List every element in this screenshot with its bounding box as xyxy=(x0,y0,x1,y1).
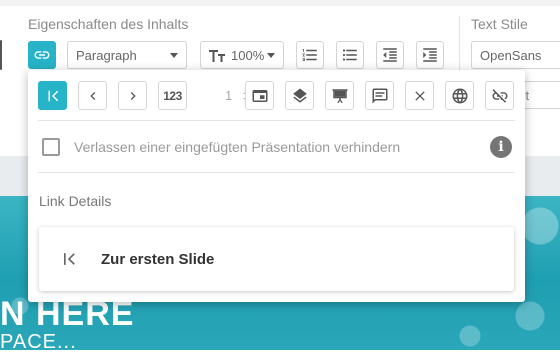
link-icon xyxy=(34,51,50,59)
chevron-right-icon xyxy=(130,91,136,100)
first-slide-icon xyxy=(48,90,58,101)
window-icon xyxy=(252,89,267,102)
unlink-button[interactable] xyxy=(485,81,514,110)
paragraph-dropdown[interactable]: Paragraph xyxy=(67,41,187,69)
slide-number-icon: 123 xyxy=(163,88,182,103)
content-properties-title: Eigenschaften des Inhalts xyxy=(28,16,189,32)
unlink-icon xyxy=(492,88,507,103)
font-size-dropdown[interactable]: 100% xyxy=(200,41,284,69)
decrease-indent-button[interactable] xyxy=(376,41,404,69)
info-icon[interactable]: i xyxy=(490,136,512,158)
link-settings-popup: 123 1 Verlassen einer eingefügten Präsen… xyxy=(28,70,525,302)
chevron-left-icon xyxy=(89,91,95,100)
web-link-button[interactable] xyxy=(445,81,474,110)
first-slide-button[interactable] xyxy=(38,81,67,110)
bullet-list-icon xyxy=(342,49,357,61)
text-size-icon xyxy=(209,50,225,62)
outdent-icon xyxy=(383,48,397,62)
caption-icon xyxy=(372,88,387,103)
font-family-dropdown[interactable]: OpenSans xyxy=(471,41,560,69)
first-slide-icon xyxy=(59,249,83,269)
caption-button[interactable] xyxy=(365,81,394,110)
presentation-button[interactable] xyxy=(325,81,354,110)
layers-icon xyxy=(292,88,307,103)
link-detail-card: Zur ersten Slide xyxy=(39,227,514,291)
link-detail-text: Zur ersten Slide xyxy=(101,250,215,268)
layers-button[interactable] xyxy=(285,81,314,110)
font-size-value: 100% xyxy=(231,47,265,63)
slide-number-button[interactable]: 123 xyxy=(158,81,187,110)
chevron-down-icon xyxy=(170,52,178,58)
globe-icon xyxy=(452,88,467,103)
bullet-list-button[interactable] xyxy=(336,41,364,69)
popup-divider xyxy=(38,120,515,121)
link-details-title: Link Details xyxy=(39,193,112,209)
presentation-icon xyxy=(332,88,347,103)
next-slide-button[interactable] xyxy=(118,81,147,110)
paragraph-dropdown-value: Paragraph xyxy=(76,47,137,63)
prevent-leave-checkbox[interactable] xyxy=(42,138,60,156)
chevron-down-icon xyxy=(267,52,275,58)
close-icon xyxy=(414,90,425,101)
toolbar-top-strip xyxy=(0,0,560,6)
slide-number-value: 1 xyxy=(225,88,233,103)
prevent-leave-label: Verlassen einer eingefügten Präsentation… xyxy=(74,139,401,155)
popup-divider xyxy=(38,172,515,173)
indent-icon xyxy=(423,48,437,62)
slide-subtitle-fragment: PACE... xyxy=(0,331,77,353)
numbered-list-button[interactable] xyxy=(296,41,324,69)
toolbar-divider xyxy=(459,16,460,76)
remove-button[interactable] xyxy=(405,81,434,110)
toolbar-left-edge xyxy=(0,40,2,70)
window-button[interactable] xyxy=(245,81,274,110)
link-button[interactable] xyxy=(28,41,56,69)
text-style-title: Text Stile xyxy=(471,16,528,32)
increase-indent-button[interactable] xyxy=(416,41,444,69)
numbered-list-icon xyxy=(302,49,317,61)
font-family-value: OpenSans xyxy=(480,47,542,63)
previous-slide-button[interactable] xyxy=(78,81,107,110)
